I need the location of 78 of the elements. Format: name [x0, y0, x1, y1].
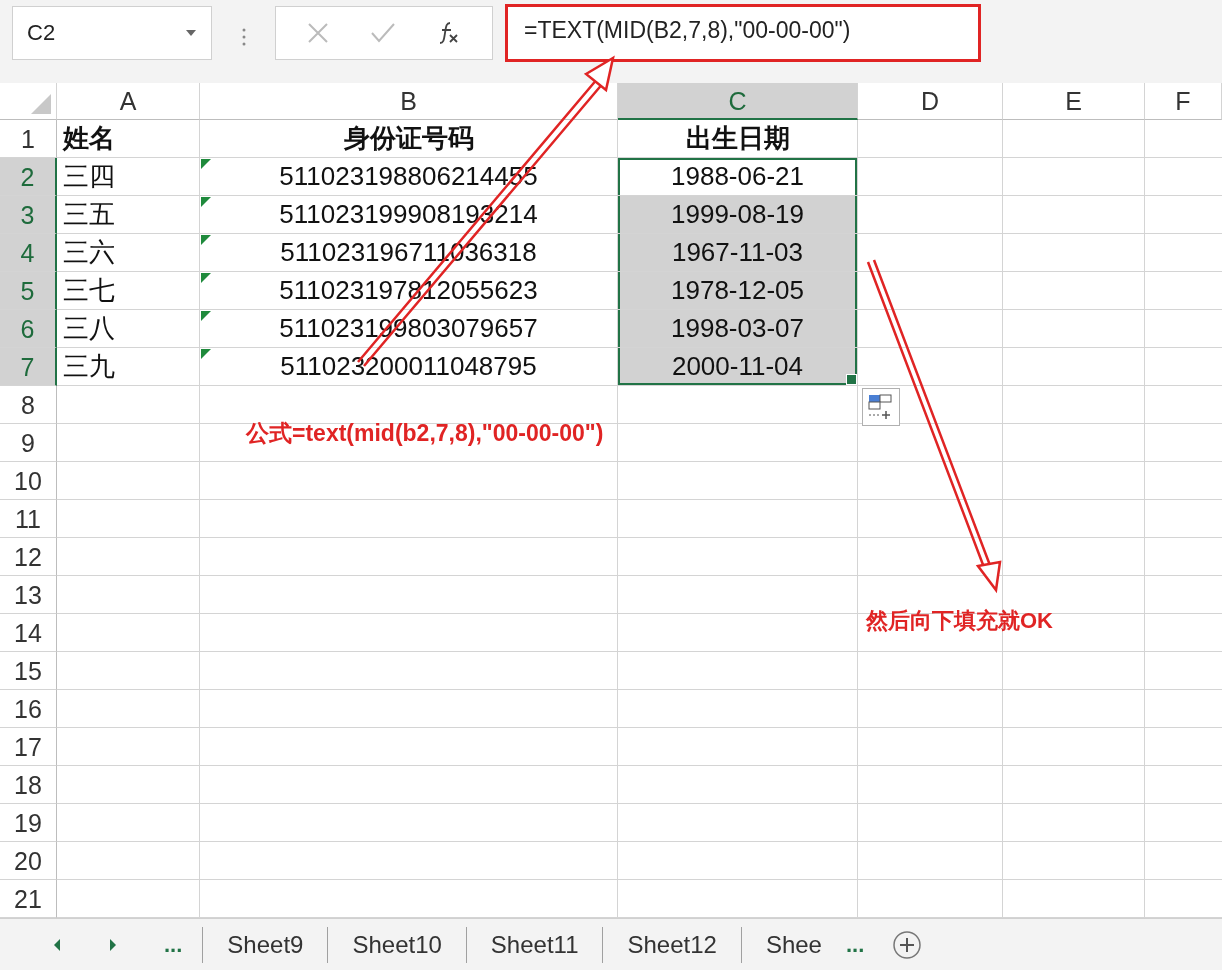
row-header[interactable]: 18 [0, 766, 57, 804]
cell-text: 2000-11-04 [671, 351, 804, 382]
name-box[interactable]: C2 [12, 6, 212, 60]
grip-icon[interactable] [242, 28, 246, 46]
sheet-tab[interactable]: Sheet10 [327, 926, 466, 963]
sheet-tab[interactable]: Sheet12 [602, 926, 741, 963]
table-cell[interactable]: 2000-11-04 [618, 348, 858, 386]
table-cell[interactable]: 三九 [57, 348, 200, 386]
row-header[interactable]: 11 [0, 500, 57, 538]
cell-text: 三九 [63, 350, 115, 383]
row-header[interactable]: 16 [0, 690, 57, 728]
error-indicator-icon[interactable] [201, 159, 211, 169]
table-cell[interactable]: 511023200011048795 [200, 348, 618, 386]
row-header[interactable]: 13 [0, 576, 57, 614]
table-cell[interactable]: 姓名 [57, 120, 200, 158]
sheet-tab[interactable]: Sheet9 [202, 926, 328, 963]
caret-icon[interactable] [185, 29, 197, 37]
table-cell[interactable]: 三四 [57, 158, 200, 196]
table-cell[interactable]: 1967-11-03 [618, 234, 858, 272]
column-header[interactable]: C [618, 83, 858, 120]
cell-text: 1988-06-21 [671, 161, 804, 192]
cell-text: 三七 [63, 274, 115, 307]
scroll-right-icon[interactable] [108, 937, 118, 952]
table-cell[interactable]: 1998-03-07 [618, 310, 858, 348]
annotation-text: 然后向下填充就OK [866, 607, 1053, 635]
row-header[interactable]: 20 [0, 842, 57, 880]
table-cell[interactable]: 出生日期 [618, 120, 858, 158]
paste-options-button[interactable] [862, 388, 900, 426]
table-cell[interactable]: 1999-08-19 [618, 196, 858, 234]
fill-handle[interactable] [846, 374, 857, 385]
add-sheet-icon[interactable] [892, 929, 923, 960]
row-header[interactable]: 9 [0, 424, 57, 462]
table-cell[interactable]: 三八 [57, 310, 200, 348]
row-header[interactable]: 2 [0, 158, 57, 196]
row-header[interactable]: 6 [0, 310, 57, 348]
cell-text: 姓名 [63, 122, 115, 155]
row-header[interactable]: 8 [0, 386, 57, 424]
cell-text: 三八 [63, 312, 115, 345]
cell-text: 1978-12-05 [671, 275, 804, 306]
table-cell[interactable]: 身份证号码 [200, 120, 618, 158]
row-header[interactable]: 12 [0, 538, 57, 576]
row-header[interactable]: 19 [0, 804, 57, 842]
more-sheets-button[interactable]: ... [845, 931, 865, 958]
table-cell[interactable]: 三五 [57, 196, 200, 234]
cell-text: 1998-03-07 [671, 313, 804, 344]
table-cell[interactable]: 三七 [57, 272, 200, 310]
cell-text: 1967-11-03 [671, 237, 804, 268]
error-indicator-icon[interactable] [201, 349, 211, 359]
column-header[interactable]: F [1145, 83, 1222, 120]
row-header[interactable]: 4 [0, 234, 57, 272]
cell-text: 511023200011048795 [280, 351, 537, 382]
cell-text: 出生日期 [685, 122, 790, 155]
table-cell[interactable]: 1978-12-05 [618, 272, 858, 310]
row-header[interactable]: 5 [0, 272, 57, 310]
cell-text: 三五 [63, 198, 115, 231]
cell-text: 身份证号码 [343, 122, 474, 155]
error-indicator-icon[interactable] [201, 311, 211, 321]
sheet-tab[interactable]: Sheet11 [465, 926, 603, 963]
cell-text: 1999-08-19 [671, 199, 804, 230]
cell-text: 三六 [63, 236, 115, 269]
table-cell[interactable]: 三六 [57, 234, 200, 272]
row-header[interactable]: 10 [0, 462, 57, 500]
scroll-left-icon[interactable] [52, 937, 62, 952]
cell-reference: C2 [27, 20, 56, 46]
annotation-text: 公式=text(mid(b2,7,8),"00-00-00") [246, 419, 604, 448]
row-header[interactable]: 14 [0, 614, 57, 652]
row-header[interactable]: 15 [0, 652, 57, 690]
row-header[interactable]: 3 [0, 196, 57, 234]
row-header[interactable]: 17 [0, 728, 57, 766]
table-cell[interactable]: 1988-06-21 [618, 158, 858, 196]
error-indicator-icon[interactable] [201, 273, 211, 283]
cell-text: 三四 [63, 160, 115, 193]
error-indicator-icon[interactable] [201, 235, 211, 245]
sheet-tab[interactable]: Shee [740, 926, 846, 963]
checkmark-icon[interactable] [370, 22, 396, 44]
more-sheets-button[interactable]: ... [164, 931, 183, 958]
error-indicator-icon[interactable] [201, 197, 211, 207]
row-header[interactable]: 7 [0, 348, 57, 386]
